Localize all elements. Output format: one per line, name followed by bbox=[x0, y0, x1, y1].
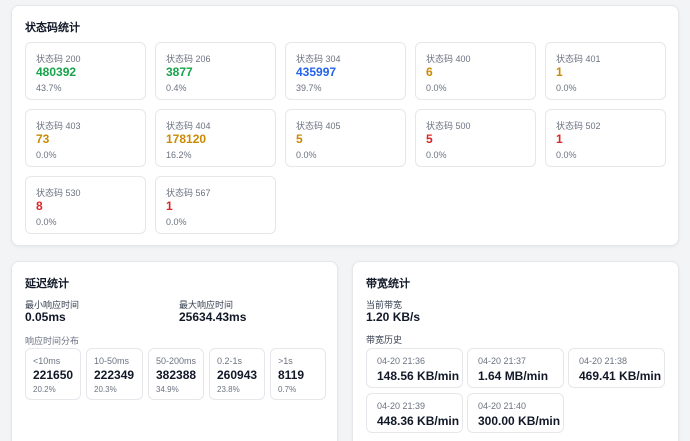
status-tile-count: 1 bbox=[556, 132, 563, 146]
distribution-label: 响应时间分布 bbox=[25, 336, 80, 346]
history-time: 04-20 21:39 bbox=[377, 401, 426, 411]
bucket-count: 382388 bbox=[156, 368, 197, 382]
status-tile-206: 状态码 206 3877 0.4% bbox=[155, 42, 276, 100]
latency-bucket-10-50ms: 10-50ms 222349 20.3% bbox=[86, 348, 143, 400]
bandwidth-history-label: 带宽历史 bbox=[366, 335, 403, 345]
bucket-percent: 20.2% bbox=[33, 385, 56, 394]
status-tile-label: 状态码 404 bbox=[166, 121, 211, 131]
history-time: 04-20 21:36 bbox=[377, 356, 426, 366]
bandwidth-history-item: 04-20 21:38 469.41 KB/min bbox=[568, 348, 665, 388]
bucket-label: <10ms bbox=[33, 356, 61, 366]
status-tile-401: 状态码 401 1 0.0% bbox=[545, 42, 666, 100]
max-response-value: 25634.43ms bbox=[179, 310, 247, 324]
history-value: 1.64 MB/min bbox=[478, 369, 549, 383]
history-value: 148.56 KB/min bbox=[377, 369, 460, 383]
status-tile-label: 状态码 401 bbox=[556, 54, 601, 64]
status-tile-count: 5 bbox=[296, 132, 303, 146]
status-tile-percent: 0.0% bbox=[556, 150, 577, 160]
status-tile-500: 状态码 500 5 0.0% bbox=[415, 109, 536, 167]
bucket-label: 10-50ms bbox=[94, 356, 130, 366]
history-time: 04-20 21:38 bbox=[579, 356, 628, 366]
status-tile-percent: 39.7% bbox=[296, 83, 322, 93]
status-tile-200: 状态码 200 480392 43.7% bbox=[25, 42, 146, 100]
status-tile-label: 状态码 405 bbox=[296, 121, 341, 131]
bucket-count: 221650 bbox=[33, 368, 74, 382]
bucket-percent: 34.9% bbox=[156, 385, 179, 394]
history-time: 04-20 21:37 bbox=[478, 356, 527, 366]
status-tile-percent: 0.0% bbox=[166, 217, 187, 227]
status-tile-label: 状态码 400 bbox=[426, 54, 471, 64]
status-tile-percent: 43.7% bbox=[36, 83, 62, 93]
status-tile-label: 状态码 200 bbox=[36, 54, 81, 64]
bucket-count: 260943 bbox=[217, 368, 258, 382]
status-tile-percent: 0.0% bbox=[426, 83, 447, 93]
latency-bucket-50-200ms: 50-200ms 382388 34.9% bbox=[148, 348, 204, 400]
status-tile-400: 状态码 400 6 0.0% bbox=[415, 42, 536, 100]
status-tile-530: 状态码 530 8 0.0% bbox=[25, 176, 146, 234]
status-tile-502: 状态码 502 1 0.0% bbox=[545, 109, 666, 167]
status-tile-304: 状态码 304 435997 39.7% bbox=[285, 42, 406, 100]
latency-title: 延迟统计 bbox=[25, 278, 69, 290]
bandwidth-history-item: 04-20 21:37 1.64 MB/min bbox=[467, 348, 564, 388]
status-code-card: 状态码统计 状态码 200 480392 43.7% 状态码 206 3877 … bbox=[11, 5, 679, 246]
min-response-value: 0.05ms bbox=[25, 310, 66, 324]
status-tile-count: 6 bbox=[426, 65, 433, 79]
status-tile-count: 73 bbox=[36, 132, 50, 146]
status-tile-label: 状态码 206 bbox=[166, 54, 211, 64]
status-tile-percent: 0.0% bbox=[36, 217, 57, 227]
bandwidth-card: 带宽统计 当前带宽 1.20 KB/s 带宽历史 04-20 21:36 148… bbox=[352, 261, 679, 441]
status-tile-label: 状态码 304 bbox=[296, 54, 341, 64]
history-value: 469.41 KB/min bbox=[579, 369, 662, 383]
status-tile-count: 178120 bbox=[166, 132, 207, 146]
status-tile-count: 8 bbox=[36, 199, 43, 213]
status-tile-567: 状态码 567 1 0.0% bbox=[155, 176, 276, 234]
status-tile-count: 435997 bbox=[296, 65, 337, 79]
status-tile-count: 3877 bbox=[166, 65, 193, 79]
status-tile-label: 状态码 530 bbox=[36, 188, 81, 198]
history-value: 448.36 KB/min bbox=[377, 414, 460, 428]
bucket-label: 0.2-1s bbox=[217, 356, 243, 366]
latency-bucket-lt10ms: <10ms 221650 20.2% bbox=[25, 348, 81, 400]
bucket-label: >1s bbox=[278, 356, 293, 366]
bucket-count: 8119 bbox=[278, 368, 305, 382]
status-tile-403: 状态码 403 73 0.0% bbox=[25, 109, 146, 167]
status-tile-percent: 0.4% bbox=[166, 83, 187, 93]
current-bandwidth-value: 1.20 KB/s bbox=[366, 310, 421, 324]
latency-bucket-gt1s: >1s 8119 0.7% bbox=[270, 348, 326, 400]
status-tile-404: 状态码 404 178120 16.2% bbox=[155, 109, 276, 167]
bandwidth-title: 带宽统计 bbox=[366, 278, 410, 290]
status-tile-405: 状态码 405 5 0.0% bbox=[285, 109, 406, 167]
status-tile-percent: 16.2% bbox=[166, 150, 192, 160]
status-tile-percent: 0.0% bbox=[296, 150, 317, 160]
status-tile-percent: 0.0% bbox=[556, 83, 577, 93]
status-tile-percent: 0.0% bbox=[426, 150, 447, 160]
bucket-count: 222349 bbox=[94, 368, 135, 382]
bucket-percent: 23.8% bbox=[217, 385, 240, 394]
bandwidth-history-item: 04-20 21:36 148.56 KB/min bbox=[366, 348, 463, 388]
status-tile-label: 状态码 403 bbox=[36, 121, 81, 131]
bucket-percent: 20.3% bbox=[94, 385, 117, 394]
bandwidth-history-item: 04-20 21:40 300.00 KB/min bbox=[467, 393, 564, 433]
status-tile-label: 状态码 502 bbox=[556, 121, 601, 131]
history-time: 04-20 21:40 bbox=[478, 401, 527, 411]
history-value: 300.00 KB/min bbox=[478, 414, 561, 428]
status-tile-count: 480392 bbox=[36, 65, 77, 79]
latency-card: 延迟统计 最小响应时间 0.05ms 最大响应时间 25634.43ms 响应时… bbox=[11, 261, 338, 441]
latency-bucket-0.2-1s: 0.2-1s 260943 23.8% bbox=[209, 348, 265, 400]
status-tile-percent: 0.0% bbox=[36, 150, 57, 160]
status-tile-label: 状态码 500 bbox=[426, 121, 471, 131]
status-code-title: 状态码统计 bbox=[25, 22, 80, 34]
bucket-percent: 0.7% bbox=[278, 385, 297, 394]
status-tile-count: 5 bbox=[426, 132, 433, 146]
bucket-label: 50-200ms bbox=[156, 356, 197, 366]
status-tile-label: 状态码 567 bbox=[166, 188, 211, 198]
status-tile-count: 1 bbox=[166, 199, 173, 213]
bandwidth-history-item: 04-20 21:39 448.36 KB/min bbox=[366, 393, 463, 433]
status-tile-count: 1 bbox=[556, 65, 563, 79]
